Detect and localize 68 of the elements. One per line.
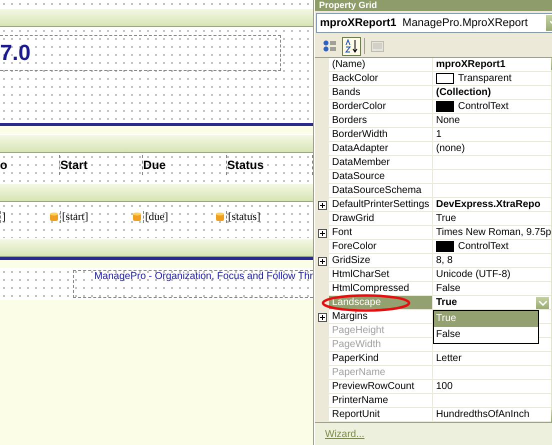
expand-icon[interactable]: [318, 312, 326, 322]
band-header[interactable]: [0, 8, 313, 27]
field-label[interactable]: ]: [0, 211, 7, 223]
property-value[interactable]: None: [436, 114, 460, 128]
property-value[interactable]: mproXReport1: [436, 58, 506, 72]
property-name[interactable]: DataAdapter: [329, 142, 433, 156]
expand-icon[interactable]: [318, 256, 326, 266]
property-value[interactable]: ControlText: [458, 240, 509, 254]
property-name[interactable]: DataSource: [329, 170, 433, 184]
property-value[interactable]: HundredthsOfAnInch: [436, 408, 530, 422]
property-value[interactable]: False: [436, 282, 460, 296]
property-value[interactable]: Unicode (UTF-8): [436, 268, 510, 282]
column-header-label[interactable]: o: [0, 155, 60, 175]
property-name[interactable]: PrinterName: [329, 394, 433, 408]
band-header[interactable]: [0, 238, 313, 257]
field-label[interactable]: [due]: [143, 211, 170, 223]
dropdown-button[interactable]: [536, 297, 550, 309]
expand-icon[interactable]: [318, 228, 326, 238]
footer-label[interactable]: ManagePro - Organization, Focus and Follow Thr: [73, 270, 313, 298]
property-name[interactable]: Font: [329, 226, 433, 240]
chevron-icon: [538, 300, 547, 306]
property-value[interactable]: (Collection): [436, 86, 491, 100]
object-type: ManagePro.MproXReport: [402, 17, 529, 29]
property-name[interactable]: DataMember: [329, 156, 433, 170]
property-name[interactable]: BorderWidth: [329, 128, 433, 142]
column-header-label[interactable]: Due: [143, 155, 228, 175]
property-name[interactable]: PreviewRowCount: [329, 380, 433, 394]
property-value[interactable]: ControlText: [458, 100, 509, 114]
property-name[interactable]: Bands: [329, 86, 433, 100]
property-name[interactable]: BackColor: [329, 72, 433, 86]
field-label[interactable]: [start]: [60, 211, 90, 223]
property-value[interactable]: 8, 8: [436, 254, 453, 268]
property-pages-icon: [371, 40, 384, 52]
property-value[interactable]: Times New Roman, 9.75p: [436, 226, 552, 240]
property-name[interactable]: DataSourceSchema: [329, 184, 433, 198]
property-name[interactable]: PaperKind: [329, 352, 433, 366]
band-header[interactable]: [0, 134, 313, 153]
property-name[interactable]: HtmlCharSet: [329, 268, 433, 282]
property-name[interactable]: Borders: [329, 114, 433, 128]
field-label[interactable]: [status]: [226, 211, 262, 223]
property-value[interactable]: 100: [436, 380, 453, 394]
panel-title: Property Grid: [315, 0, 552, 11]
categorized-icon: [322, 40, 336, 52]
property-value[interactable]: DevExpress.XtraRepo: [436, 198, 540, 212]
property-name[interactable]: DrawGrid: [329, 212, 433, 226]
title-label[interactable]: 7.0: [0, 35, 281, 71]
column-header-label[interactable]: Status: [227, 155, 313, 175]
property-name[interactable]: HtmlCompressed: [329, 282, 433, 296]
property-value[interactable]: 1: [436, 128, 442, 142]
property-value[interactable]: Transparent: [458, 72, 512, 86]
column-header-label[interactable]: Start: [60, 155, 144, 175]
property-name[interactable]: (Name): [329, 58, 433, 72]
property-name[interactable]: BorderColor: [329, 100, 433, 114]
property-name[interactable]: ForeColor: [329, 240, 433, 254]
property-value[interactable]: (none): [436, 142, 465, 156]
object-name: mproXReport1: [319, 17, 398, 29]
property-value[interactable]: True: [436, 212, 456, 226]
band-header[interactable]: [0, 183, 313, 202]
property-name[interactable]: ReportUnit: [329, 408, 433, 422]
property-name[interactable]: GridSize: [329, 254, 433, 268]
toolbar-button[interactable]: [342, 36, 361, 56]
sort-az-icon: [344, 39, 358, 53]
property-value[interactable]: Letter: [436, 352, 462, 366]
property-value[interactable]: True: [436, 296, 458, 310]
object-selector[interactable]: mproXReport1 ManagePro.MproXReport: [316, 13, 552, 33]
property-name[interactable]: Margins: [329, 310, 433, 324]
expand-icon[interactable]: [318, 200, 326, 210]
property-name[interactable]: DefaultPrinterSettings: [329, 198, 433, 212]
